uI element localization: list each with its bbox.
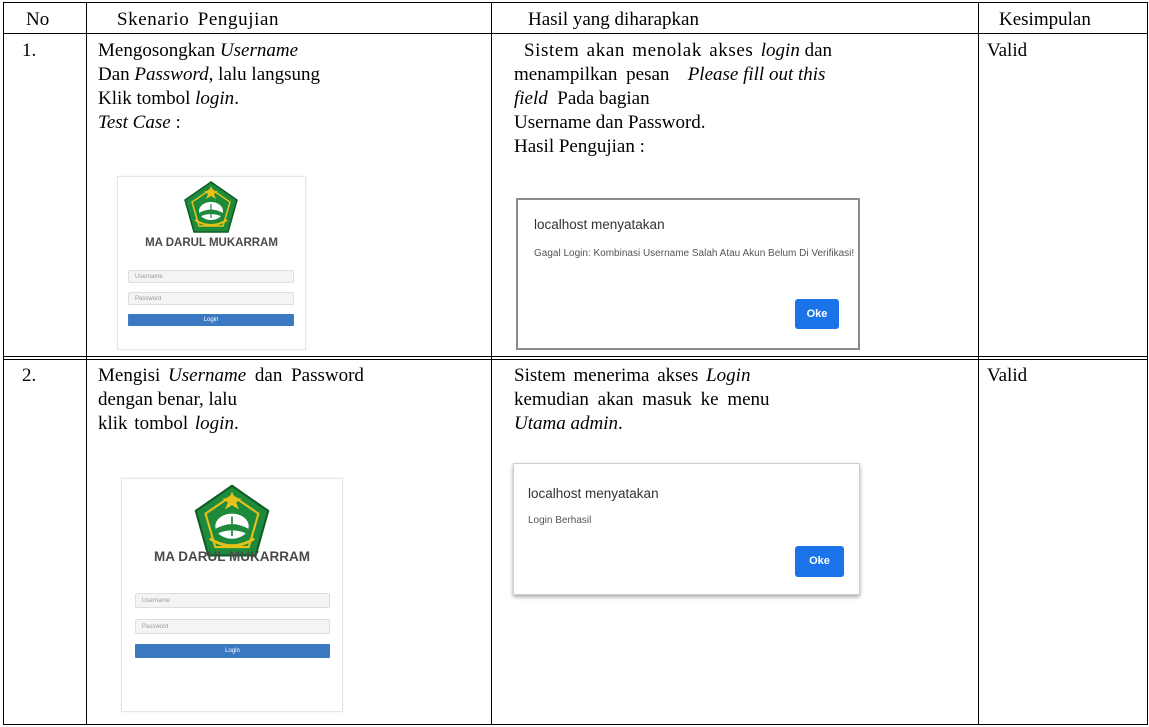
login-button[interactable]: Login bbox=[128, 314, 294, 326]
row1-kesimpulan: Valid bbox=[987, 40, 1028, 61]
col-border-skenario bbox=[491, 2, 492, 725]
header-row-border bbox=[3, 33, 1148, 34]
alert-dialog: localhost menyatakan Gagal Login: Kombin… bbox=[516, 198, 860, 350]
school-name: MA DARUL MUKARRAM bbox=[145, 237, 278, 249]
kemenag-logo-icon bbox=[181, 180, 241, 236]
table-top-border bbox=[3, 2, 1148, 3]
username-input[interactable]: Username bbox=[135, 593, 330, 608]
row-separator bbox=[3, 356, 1148, 357]
header-hasil: Hasil yang diharapkan bbox=[528, 9, 699, 30]
dialog-message: Login Berhasil bbox=[528, 515, 592, 526]
col-border-left bbox=[3, 2, 4, 725]
ok-button[interactable]: Oke bbox=[795, 299, 839, 329]
dialog-title: localhost menyatakan bbox=[534, 217, 665, 232]
header-skenario: Skenario Pengujian bbox=[117, 9, 280, 30]
row2-no: 2. bbox=[22, 365, 37, 386]
password-input[interactable]: Password bbox=[128, 292, 294, 305]
col-border-no bbox=[86, 2, 87, 725]
ok-button[interactable]: Oke bbox=[795, 546, 844, 577]
dialog-title: localhost menyatakan bbox=[528, 486, 659, 501]
dialog-message: Gagal Login: Kombinasi Username Salah At… bbox=[534, 248, 855, 259]
row1-no: 1. bbox=[22, 40, 37, 61]
col-border-hasil bbox=[978, 2, 979, 725]
row-separator-lower bbox=[3, 359, 1148, 360]
header-kesimpulan: Kesimpulan bbox=[999, 9, 1091, 30]
password-input[interactable]: Password bbox=[135, 619, 330, 634]
alert-dialog: localhost menyatakan Login Berhasil Oke bbox=[513, 463, 860, 595]
username-input[interactable]: Username bbox=[128, 270, 294, 283]
row2-hasil: Sistem menerima akses Login kemudian aka… bbox=[514, 365, 770, 434]
login-screenshot: MA DARUL MUKARRAM Username Password Logi… bbox=[121, 478, 343, 712]
login-screenshot: MA DARUL MUKARRAM Username Password Logi… bbox=[117, 176, 306, 350]
login-button[interactable]: Login bbox=[135, 644, 330, 658]
row1-hasil: Sistem akan menolak akses login dan mena… bbox=[514, 40, 833, 157]
row1-skenario: Mengosongkan Username Dan Password, lalu… bbox=[98, 40, 321, 133]
header-no: No bbox=[26, 9, 50, 30]
row2-skenario: Mengisi Username dan Password dengan ben… bbox=[98, 365, 364, 434]
table-bottom-border bbox=[3, 724, 1148, 725]
col-border-right bbox=[1147, 2, 1148, 725]
row2-kesimpulan: Valid bbox=[987, 365, 1028, 386]
school-name: MA DARUL MUKARRAM bbox=[154, 549, 310, 564]
